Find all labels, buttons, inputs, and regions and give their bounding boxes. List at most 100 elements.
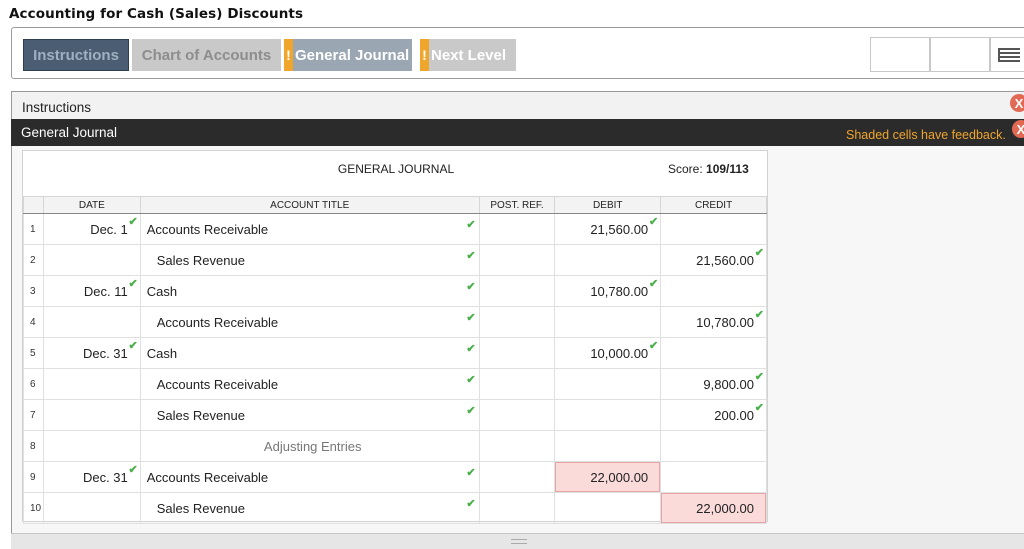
credit-cell[interactable]: 21,560.00 ✔	[660, 244, 767, 276]
account-title-value: Accounts Receivable	[156, 376, 279, 392]
date-cell[interactable]	[42, 368, 141, 400]
credit-cell[interactable]: 200.00 ✔	[660, 399, 767, 431]
post-ref-cell[interactable]	[478, 213, 556, 245]
post-ref-cell[interactable]	[478, 306, 556, 338]
table-row: 10 Sales Revenue ✔ 22,000.00	[23, 492, 767, 524]
check-icon: ✔	[648, 278, 659, 290]
account-title-cell[interactable]: Accounts Receivable ✔	[139, 213, 480, 245]
panel-resize-bar[interactable]	[11, 533, 1024, 549]
check-icon: ✔	[466, 219, 476, 231]
account-title-value: Sales Revenue	[156, 500, 245, 516]
debit-value: 21,560.00	[590, 221, 649, 237]
date-cell[interactable]: Dec. 11 ✔	[42, 275, 141, 307]
debit-cell[interactable]	[554, 399, 662, 431]
credit-cell[interactable]	[660, 213, 767, 245]
column-header-account-title: ACCOUNT TITLE	[139, 196, 480, 214]
table-row: 6 Accounts Receivable ✔ 9,800.00 ✔	[23, 368, 767, 400]
date-cell[interactable]: Dec. 1 ✔	[42, 213, 141, 245]
account-title-cell[interactable]: Accounts Receivable ✔	[139, 461, 480, 493]
menu-button[interactable]	[990, 37, 1024, 72]
check-icon: ✔	[128, 464, 138, 476]
account-title-cell[interactable]: Cash ✔	[139, 275, 480, 307]
row-number: 3	[23, 275, 44, 307]
instructions-panel-header[interactable]: Instructions	[11, 91, 1024, 119]
credit-cell[interactable]: 10,780.00 ✔	[660, 306, 767, 338]
date-cell[interactable]	[42, 244, 141, 276]
credit-cell[interactable]	[660, 337, 767, 369]
post-ref-cell[interactable]	[478, 337, 556, 369]
debit-cell[interactable]	[554, 306, 662, 338]
debit-cell[interactable]	[554, 368, 662, 400]
feedback-note: Shaded cells have feedback.	[846, 128, 1006, 142]
toolbar-blank-button-2[interactable]	[930, 37, 990, 72]
toolbar: Instructions Chart of Accounts ! General…	[11, 27, 1024, 79]
row-number: 8	[23, 430, 44, 462]
credit-value: 200.00	[714, 407, 754, 423]
row-number: 1	[23, 213, 44, 245]
account-title-value: Sales Revenue	[156, 407, 245, 423]
credit-value: 9,800.00	[703, 376, 754, 392]
date-value: Dec. 31	[82, 345, 128, 361]
credit-cell[interactable]	[660, 430, 767, 462]
check-icon: ✔	[128, 216, 138, 228]
check-icon: ✔	[466, 312, 476, 324]
general-journal-tab[interactable]: ! General Journal	[284, 39, 412, 71]
check-icon: ✔	[128, 340, 138, 352]
credit-cell-incorrect[interactable]: 22,000.00	[660, 492, 767, 524]
credit-cell[interactable]	[660, 461, 767, 493]
date-cell[interactable]	[42, 306, 141, 338]
account-title-value: Accounts Receivable	[156, 314, 279, 330]
post-ref-cell[interactable]	[478, 430, 556, 462]
date-cell[interactable]: Dec. 31 ✔	[42, 337, 141, 369]
account-title-cell[interactable]: Cash ✔	[139, 337, 480, 369]
instructions-tab[interactable]: Instructions	[23, 39, 129, 71]
account-title-value: Cash	[146, 345, 178, 361]
post-ref-cell[interactable]	[478, 244, 556, 276]
date-cell[interactable]: Dec. 31 ✔	[42, 461, 141, 493]
debit-cell[interactable]	[554, 492, 662, 524]
account-title-cell[interactable]: Sales Revenue ✔	[139, 399, 480, 431]
close-icon[interactable]: X	[1010, 94, 1024, 112]
date-cell[interactable]	[42, 399, 141, 431]
post-ref-cell[interactable]	[478, 399, 556, 431]
date-cell[interactable]	[42, 492, 141, 524]
credit-cell[interactable]	[660, 275, 767, 307]
debit-cell[interactable]: 10,000.00 ✔	[554, 337, 662, 369]
next-level-tab[interactable]: ! Next Level	[420, 39, 516, 71]
row-number: 4	[23, 306, 44, 338]
chart-of-accounts-tab[interactable]: Chart of Accounts	[132, 39, 281, 71]
date-cell[interactable]	[42, 430, 141, 462]
account-title-cell[interactable]: Accounts Receivable ✔	[139, 368, 480, 400]
check-icon: ✔	[466, 281, 476, 293]
post-ref-cell[interactable]	[478, 492, 556, 524]
post-ref-cell[interactable]	[478, 275, 556, 307]
debit-cell[interactable]	[554, 430, 662, 462]
post-ref-cell[interactable]	[478, 461, 556, 493]
toolbar-blank-button-1[interactable]	[870, 37, 930, 72]
resize-grip-icon[interactable]	[511, 539, 527, 544]
account-title-cell[interactable]: Accounts Receivable ✔	[139, 306, 480, 338]
date-value: Dec. 11	[83, 283, 128, 299]
journal-table: DATE ACCOUNT TITLE POST. REF. DEBIT CRED…	[23, 196, 767, 524]
check-icon: ✔	[754, 309, 764, 321]
account-title-cell[interactable]: Sales Revenue ✔	[139, 492, 480, 524]
check-icon: ✔	[466, 343, 476, 355]
debit-value: 10,780.00	[590, 283, 649, 299]
general-journal-tab-label: General Journal	[295, 46, 410, 64]
table-row: 1 Dec. 1 ✔ Accounts Receivable ✔ 21,560.00…	[23, 213, 767, 245]
post-ref-cell[interactable]	[478, 368, 556, 400]
debit-cell[interactable]: 21,560.00 ✔	[554, 213, 662, 245]
score-display: Score: 109/113	[668, 162, 749, 176]
warning-flag-icon: !	[420, 39, 429, 71]
row-number: 2	[23, 244, 44, 276]
table-row: 8 Adjusting Entries	[23, 430, 767, 462]
debit-cell-incorrect[interactable]: 22,000.00	[554, 461, 662, 493]
account-title-cell[interactable]: Sales Revenue ✔	[139, 244, 480, 276]
general-journal-form: GENERAL JOURNAL Score: 109/113 DATE ACCO…	[22, 150, 768, 524]
debit-cell[interactable]: 10,780.00 ✔	[554, 275, 662, 307]
debit-cell[interactable]	[554, 244, 662, 276]
journal-title: GENERAL JOURNAL	[337, 162, 455, 176]
credit-cell[interactable]: 9,800.00 ✔	[660, 368, 767, 400]
check-icon: ✔	[466, 467, 476, 479]
close-icon[interactable]: X	[1012, 120, 1024, 138]
